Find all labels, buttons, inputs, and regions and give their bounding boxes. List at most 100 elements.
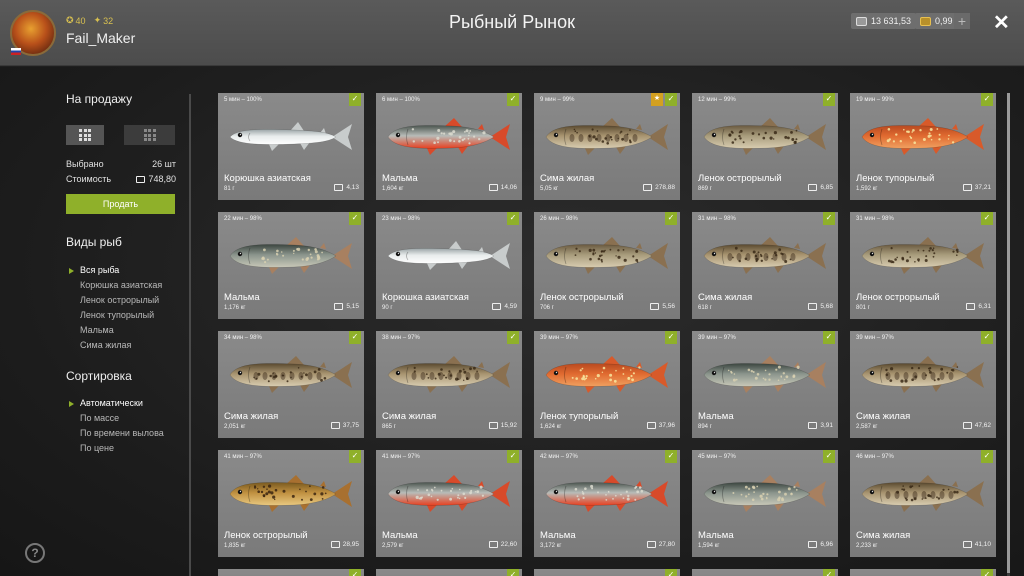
selected-check-icon[interactable]: ✓	[823, 450, 835, 463]
fish-card[interactable]: 5 мин – 100% ✓ Корюшка азиатская 81 г 4,13	[218, 93, 364, 200]
sidebar-divider	[189, 94, 191, 576]
selected-check-icon[interactable]: ✓	[981, 212, 993, 225]
fish-name: Ленок острорылый	[540, 292, 624, 303]
small-grid-button[interactable]	[124, 125, 175, 145]
selected-check-icon[interactable]: ✓	[507, 450, 519, 463]
sort-by-time[interactable]: По времени вылова	[66, 426, 186, 441]
silver-coin-icon	[643, 184, 653, 191]
fish-price: 15,92	[488, 422, 517, 429]
fish-name: Ленок острорылый	[698, 173, 782, 184]
fish-name: Сима жилая	[224, 411, 279, 422]
selected-check-icon[interactable]: ✓	[665, 569, 677, 576]
fish-card[interactable]: 45 мин – 97% ✓ Мальма 1,594 кг 6,96	[692, 450, 838, 557]
selected-check-icon[interactable]: ✓	[823, 569, 835, 576]
fish-card[interactable]: ✓	[376, 569, 522, 576]
catch-time: 9 мин – 99%	[540, 97, 575, 103]
cost-amount: 748,80	[136, 174, 176, 184]
selected-check-icon[interactable]: ✓	[349, 450, 361, 463]
fish-card[interactable]: 38 мин – 97% ✓ Сима жилая 865 г 15,92	[376, 331, 522, 438]
fish-card[interactable]: ✓	[850, 569, 996, 576]
species-filter-all[interactable]: Вся рыба	[66, 263, 186, 278]
large-grid-button[interactable]	[66, 125, 104, 145]
selected-check-icon[interactable]: ✓	[981, 331, 993, 344]
fish-card[interactable]: 39 мин – 97% ✓ Мальма 894 г 3,91	[692, 331, 838, 438]
selected-check-icon[interactable]: ✓	[981, 93, 993, 106]
silver-coin-icon	[646, 422, 656, 429]
sell-button[interactable]: Продать	[66, 194, 175, 214]
selected-check-icon[interactable]: ✓	[349, 93, 361, 106]
fish-card[interactable]: ✓	[218, 569, 364, 576]
catch-time: 23 мин – 98%	[382, 216, 420, 222]
price-value: 3,91	[820, 422, 833, 429]
fish-card[interactable]: 23 мин – 98% ✓ Корюшка азиатская 90 г 4,59	[376, 212, 522, 319]
sort-by-price[interactable]: По цене	[66, 441, 186, 456]
silver-coin-icon	[962, 541, 972, 548]
fish-card[interactable]: ✓	[534, 569, 680, 576]
price-value: 28,95	[342, 541, 359, 548]
scrollbar[interactable]	[1007, 93, 1010, 576]
fish-card[interactable]: 34 мин – 98% ✓ Сима жилая 2,051 кг 37,75	[218, 331, 364, 438]
silver-coin-icon	[808, 541, 818, 548]
species-filter-sima[interactable]: Сима жилая	[66, 338, 186, 353]
selected-check-icon[interactable]: ✓	[665, 212, 677, 225]
selected-label: Выбрано	[66, 159, 104, 169]
fish-weight: 1,624 кг	[540, 424, 562, 430]
fish-weight: 1,835 кг	[224, 543, 246, 549]
fish-card[interactable]: 6 мин – 100% ✓ Мальма 1,604 кг 14,06	[376, 93, 522, 200]
selected-check-icon[interactable]: ✓	[981, 569, 993, 576]
fish-card[interactable]: 12 мин – 99% ✓ Ленок острорылый 869 г 6,85	[692, 93, 838, 200]
selected-check-icon[interactable]: ✓	[349, 569, 361, 576]
fish-card[interactable]: 39 мин – 97% ✓ Ленок тупорылый 1,624 кг 37,…	[534, 331, 680, 438]
close-button[interactable]: ✕	[993, 10, 1010, 35]
sort-auto[interactable]: Автоматически	[66, 396, 186, 411]
fish-card[interactable]: 41 мин – 97% ✓ Мальма 2,579 кг 22,60	[376, 450, 522, 557]
fish-card[interactable]: 42 мин – 97% ✓ Мальма 3,172 кг 27,80	[534, 450, 680, 557]
species-filter-sharp-lenok[interactable]: Ленок острорылый	[66, 293, 186, 308]
fish-card[interactable]: 22 мин – 98% ✓ Мальма 1,176 кг 5,15	[218, 212, 364, 319]
price-value: 6,96	[820, 541, 833, 548]
species-filter-blunt-lenok[interactable]: Ленок тупорылый	[66, 308, 186, 323]
species-filter-smelt[interactable]: Корюшка азиатская	[66, 278, 186, 293]
catch-time: 12 мин – 99%	[698, 97, 736, 103]
selected-check-icon[interactable]: ✓	[507, 212, 519, 225]
fish-card[interactable]: 39 мин – 97% ✓ Сима жилая 2,587 кг 47,62	[850, 331, 996, 438]
catch-time: 41 мин – 97%	[224, 454, 262, 460]
fish-weight: 81 г	[224, 186, 235, 192]
fish-card[interactable]: 26 мин – 98% ✓ Ленок острорылый 706 г 5,56	[534, 212, 680, 319]
price-value: 27,80	[658, 541, 675, 548]
selected-check-icon[interactable]: ✓	[665, 331, 677, 344]
selected-check-icon[interactable]: ✓	[823, 93, 835, 106]
catch-time: 19 мин – 99%	[856, 97, 894, 103]
fish-card[interactable]: 41 мин – 97% ✓ Ленок острорылый 1,835 кг 28…	[218, 450, 364, 557]
selected-check-icon[interactable]: ✓	[981, 450, 993, 463]
fish-price: 27,80	[646, 541, 675, 548]
catch-time: 42 мин – 97%	[540, 454, 578, 460]
selected-check-icon[interactable]: ✓	[349, 331, 361, 344]
fish-card[interactable]: ✓	[692, 569, 838, 576]
fish-price: 5,68	[808, 303, 833, 310]
fish-card[interactable]: 31 мин – 98% ✓ Ленок острорылый 801 г 6,31	[850, 212, 996, 319]
fish-image	[545, 356, 668, 393]
selected-check-icon[interactable]: ✓	[507, 93, 519, 106]
fish-card[interactable]: 19 мин – 99% ✓ Ленок тупорылый 1,592 кг 37,…	[850, 93, 996, 200]
selected-check-icon[interactable]: ✓	[665, 450, 677, 463]
fish-card[interactable]: 46 мин – 97% ✓ Сима жилая 2,233 кг 41,10	[850, 450, 996, 557]
selected-check-icon[interactable]: ✓	[665, 93, 677, 106]
bookmark-icon[interactable]: ★	[651, 93, 663, 106]
fish-card[interactable]: 31 мин – 98% ✓ Сима жилая 618 г 5,68	[692, 212, 838, 319]
help-button[interactable]: ?	[25, 543, 45, 563]
selected-check-icon[interactable]: ✓	[507, 569, 519, 576]
selected-check-icon[interactable]: ✓	[823, 212, 835, 225]
selected-check-icon[interactable]: ✓	[507, 331, 519, 344]
selected-check-icon[interactable]: ✓	[349, 212, 361, 225]
fish-card[interactable]: 9 мин – 99% ✓ ★ Сима жилая 5,05 кг 278,88	[534, 93, 680, 200]
scrollbar-thumb[interactable]	[1007, 93, 1010, 573]
catch-time: 26 мин – 98%	[540, 216, 578, 222]
add-currency-button[interactable]: +	[954, 13, 970, 29]
price-value: 37,96	[658, 422, 675, 429]
species-filter-malma[interactable]: Мальма	[66, 323, 186, 338]
selected-check-icon[interactable]: ✓	[823, 331, 835, 344]
fish-name: Сима жилая	[856, 530, 911, 541]
silver-coin-icon	[330, 541, 340, 548]
sort-by-weight[interactable]: По массе	[66, 411, 186, 426]
